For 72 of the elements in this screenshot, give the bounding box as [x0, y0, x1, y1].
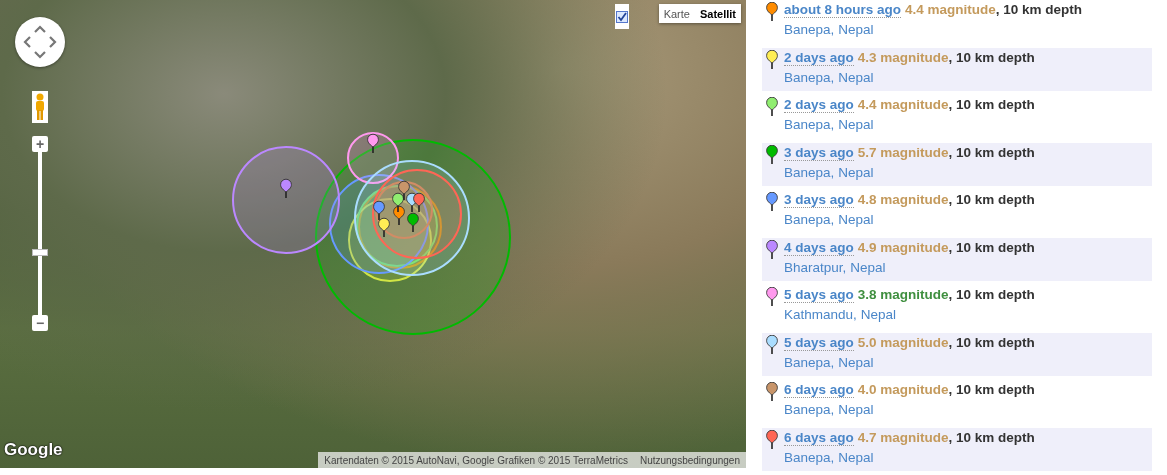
map-type-tab[interactable]: Karte: [658, 4, 695, 23]
magnitude-text: 5.7 magnitude: [857, 144, 949, 161]
map-marker[interactable]: [413, 192, 425, 213]
place-link[interactable]: Banepa,: [784, 22, 835, 37]
attribution-text: Kartendaten © 2015 AutoNavi, Google Grafiken © 2015 TerraMetrics: [324, 454, 628, 466]
place-link[interactable]: Banepa,: [784, 449, 835, 465]
person-icon: [35, 93, 45, 121]
map-marker[interactable]: [392, 192, 404, 213]
magnitude-text: 4.7 magnitude: [857, 429, 949, 446]
magnitude-text: 4.8 magnitude: [857, 192, 949, 208]
time-link[interactable]: 5 days ago: [784, 334, 854, 351]
zoom-in-button[interactable]: +: [32, 136, 48, 152]
time-link[interactable]: 6 days ago: [784, 429, 854, 446]
zoom-slider-handle[interactable]: [32, 249, 48, 256]
country-link[interactable]: Nepal: [838, 164, 874, 180]
map-type-tab[interactable]: Satellit: [694, 4, 741, 23]
time-link[interactable]: 3 days ago: [784, 144, 854, 161]
depth-text: , 10 km depth: [948, 192, 1035, 208]
country-link[interactable]: Nepal: [838, 212, 874, 227]
time-link[interactable]: 2 days ago: [784, 49, 854, 66]
country-link[interactable]: Nepal: [838, 69, 874, 85]
time-link[interactable]: 3 days ago: [784, 192, 854, 208]
country-link[interactable]: Nepal: [860, 307, 897, 322]
country-link[interactable]: Nepal: [838, 402, 874, 417]
map-marker[interactable]: [378, 217, 390, 238]
depth-text: , 10 km depth: [948, 287, 1035, 303]
map-marker[interactable]: [373, 200, 385, 221]
depth-text: , 10 km depth: [948, 429, 1035, 446]
country-link[interactable]: Nepal: [838, 22, 874, 37]
pan-control[interactable]: [15, 17, 65, 67]
place-link[interactable]: Banepa,: [784, 354, 835, 370]
map-marker[interactable]: [393, 205, 405, 226]
depth-text: , 10 km depth: [948, 97, 1035, 113]
place-link[interactable]: Banepa,: [784, 402, 835, 417]
country-link[interactable]: Nepal: [838, 117, 874, 132]
zoom-out-button[interactable]: −: [32, 315, 48, 331]
place-link[interactable]: Bharatpur,: [784, 259, 847, 275]
time-link[interactable]: 4 days ago: [784, 239, 854, 256]
map-marker[interactable]: [407, 212, 419, 233]
pan-arrows-icon: [22, 24, 58, 60]
magnitude-text: 4.3 magnitude: [857, 49, 949, 66]
depth-text: , 10 km depth: [948, 239, 1035, 256]
depth-text: , 10 km depth: [948, 382, 1035, 398]
depth-text: , 10 km depth: [948, 49, 1035, 66]
depth-text: , 10 km depth: [948, 334, 1035, 351]
magnitude-text: 3.8 magnitude: [857, 287, 949, 303]
map-marker[interactable]: [280, 178, 292, 199]
place-link[interactable]: Banepa,: [784, 117, 835, 132]
depth-text: , 10 km depth: [948, 144, 1035, 161]
terms-link[interactable]: Nutzungsbedingungen: [639, 454, 740, 466]
satellite-map[interactable]: + − Karte Satellit Google Kartendaten © 2015 AutoNavi, Google Grafiken © 2015 TerraMetrics Nutzungsbedingungen: [0, 0, 746, 468]
country-link[interactable]: Nepal: [838, 354, 874, 370]
place-link[interactable]: Kathmandu,: [784, 307, 857, 322]
depth-text: , 10 km depth: [995, 2, 1083, 18]
country-link[interactable]: Nepal: [850, 259, 886, 275]
map-marker[interactable]: [367, 133, 379, 154]
place-link[interactable]: Banepa,: [784, 212, 835, 227]
time-link[interactable]: 2 days ago: [784, 97, 854, 113]
map-marker[interactable]: [398, 180, 410, 201]
country-link[interactable]: Nepal: [838, 449, 874, 465]
time-link[interactable]: 5 days ago: [784, 287, 854, 303]
time-link[interactable]: about 8 hours ago: [784, 2, 901, 18]
magnitude-text: 5.0 magnitude: [857, 334, 949, 351]
place-link[interactable]: Banepa,: [784, 69, 835, 85]
magnitude-text: 4.0 magnitude: [857, 382, 949, 398]
map-logo: Google: [4, 440, 63, 460]
magnitude-text: 4.4 magnitude: [857, 97, 949, 113]
magnitude-text: 4.9 magnitude: [857, 239, 949, 256]
magnitude-text: 4.4 magnitude: [905, 2, 996, 18]
overlay-checkbox[interactable]: [615, 4, 629, 29]
place-link[interactable]: Banepa,: [784, 164, 835, 180]
time-link[interactable]: 6 days ago: [784, 382, 854, 398]
